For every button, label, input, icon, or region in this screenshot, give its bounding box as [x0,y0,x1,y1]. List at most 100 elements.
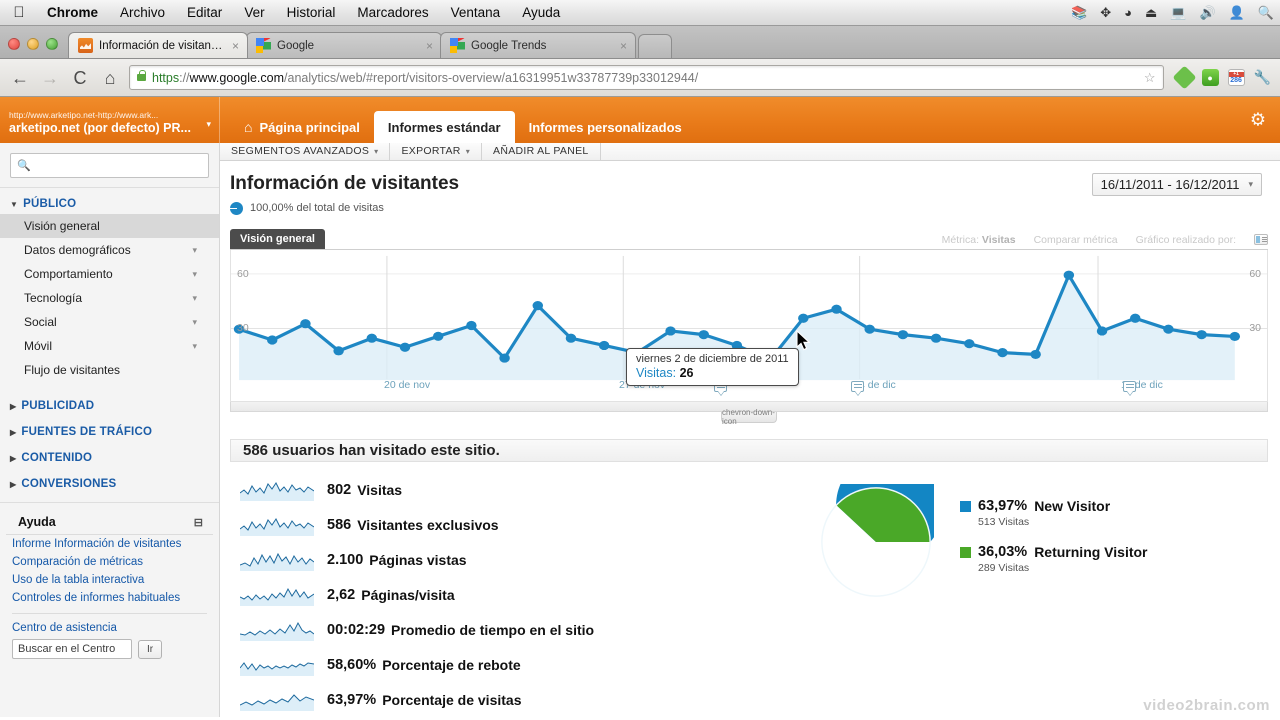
visitor-type-pie-chart[interactable] [818,484,934,600]
help-link-controles[interactable]: Controles de informes habituales [0,589,219,607]
legend-top: 36,03% Returning Visitor [960,544,1148,560]
exportar-button[interactable]: EXPORTAR ▾ [390,143,483,160]
date-range-picker[interactable]: 16/11/2011 - 16/12/2011 ▾ [1091,172,1262,196]
calendar-icon[interactable]: +1 286 [1227,69,1245,86]
sidebar-item-social[interactable]: Social ▾ [0,310,219,334]
sidebar-divider [0,502,219,503]
new-tab-button[interactable] [638,34,672,58]
spotlight-search-icon[interactable]: 🔍 [1258,6,1274,19]
x-axis-tick-4-dic: 4 de dic [859,378,896,391]
legend-name: New Visitor [1034,498,1111,514]
evernote-icon[interactable]: 📚 [1071,6,1087,19]
help-go-button[interactable]: Ir [138,639,162,659]
legend-row-new-visitor[interactable]: 63,97% New Visitor 513 Visitas [960,498,1148,528]
report-title-block: Información de visitantes 100,00% del to… [230,173,459,215]
help-center-label[interactable]: Centro de asistencia [0,620,219,639]
minimize-window-button[interactable] [27,38,39,50]
metric-row-promedio-tiempo[interactable]: 00:02:29 Promedio de tiempo en el sitio [230,612,790,647]
metric-row-visitantes-exclusivos[interactable]: 586 Visitantes exclusivos [230,507,790,542]
button-label: EXPORTAR [401,145,461,158]
address-bar[interactable]: https :// www.google.com /analytics/web/… [129,65,1164,90]
close-tab-icon[interactable]: × [426,40,433,52]
close-window-button[interactable] [8,38,20,50]
search-input[interactable]: 🔍 [10,153,209,178]
sidebar-group-contenido[interactable]: ▶ CONTENIDO [0,442,219,468]
legend-row-returning-visitor[interactable]: 36,03% Returning Visitor 289 Visitas [960,544,1148,574]
compare-metric-button[interactable]: Comparar métrica [1034,234,1118,246]
home-button[interactable]: ⌂ [99,69,121,87]
display-icon[interactable]: 💻 [1170,6,1186,19]
chevron-down-icon: ▾ [192,316,197,327]
sidebar-group-conversiones[interactable]: ▶ CONVERSIONES [0,468,219,494]
chart-expand-button[interactable]: chevron-down-icon [721,408,777,426]
help-search-input[interactable]: Buscar en el Centro [12,639,132,659]
metric-selector[interactable]: Métrica: Visitas [942,234,1016,246]
metric-row-porcentaje-visitas[interactable]: 63,97% Porcentaje de visitas [230,682,790,717]
sidebar-item-tecnologia[interactable]: Tecnología ▾ [0,286,219,310]
apple-logo-icon[interactable]:  [8,4,30,21]
back-button[interactable]: ← [9,69,31,87]
evernote-icon[interactable]: ● [1201,69,1219,86]
anadir-al-panel-button[interactable]: AÑADIR AL PANEL [482,143,601,160]
sidebar-item-datos-demograficos[interactable]: Datos demográficos ▾ [0,238,219,262]
metric-row-paginas-por-visita[interactable]: 2,62 Páginas/visita [230,577,790,612]
legend-subvalue: 289 Visitas [978,562,1030,574]
sidebar-item-flujo-de-visitantes[interactable]: Flujo de visitantes [0,358,219,382]
sidebar-item-comportamiento[interactable]: Comportamiento ▾ [0,262,219,286]
menu-historial[interactable]: Historial [276,5,347,20]
metric-row-porcentaje-rebote[interactable]: 58,60% Porcentaje de rebote [230,647,790,682]
volume-icon[interactable]: 🔊 [1199,6,1215,19]
graph-type-icon[interactable] [1254,234,1268,246]
gear-icon[interactable]: ⚙ [1250,110,1266,131]
tab-pagina-principal[interactable]: ⌂ Página principal [230,111,374,143]
tab-vision-general[interactable]: Visión general [230,228,325,249]
google-favicon-icon [256,38,271,53]
graph-by-label: Gráfico realizado por: [1135,233,1236,246]
tab-informes-personalizados[interactable]: Informes personalizados [515,111,696,143]
menu-chrome[interactable]: Chrome [36,5,109,20]
chevron-down-icon: ▼ [10,199,19,209]
sidebar-item-movil[interactable]: Móvil ▾ [0,334,219,358]
menu-ventana[interactable]: Ventana [440,5,512,20]
browser-tab-google-trends[interactable]: Google Trends × [440,32,636,58]
segmentos-avanzados-button[interactable]: SEGMENTOS AVANZADOS ▾ [220,143,391,160]
legend-swatch-icon [960,546,971,558]
menu-ayuda[interactable]: Ayuda [511,5,571,20]
close-tab-icon[interactable]: × [620,40,627,52]
wrench-menu-icon[interactable]: 🔧 [1254,69,1271,86]
user-icon[interactable]: 👤 [1229,6,1245,19]
sidebar-group-publico[interactable]: ▼ PÚBLICO [0,188,219,214]
visits-line-chart[interactable]: 60 30 60 30 20 de nov 27 de nov 4 de dic… [230,249,1268,402]
annotation-marker[interactable] [851,380,864,392]
help-link-informe[interactable]: Informe Información de visitantes [0,535,219,553]
metric-row-paginas-vistas[interactable]: 2.100 Páginas vistas [230,542,790,577]
menu-marcadores[interactable]: Marcadores [346,5,439,20]
sidebar-group-publicidad[interactable]: ▶ PUBLICIDAD [0,390,219,416]
maximize-window-button[interactable] [46,38,58,50]
chevron-down-icon: ▾ [192,340,197,351]
reload-button[interactable]: C [69,69,91,87]
bookmark-star-icon[interactable]: ☆ [1144,70,1156,86]
sidebar-group-fuentes-de-trafico[interactable]: ▶ FUENTES DE TRÁFICO [0,416,219,442]
menu-ver[interactable]: Ver [233,5,275,20]
forward-button[interactable]: → [39,69,61,87]
eject-icon[interactable]: ⏏ [1145,6,1157,19]
feedly-icon[interactable] [1172,65,1197,90]
chevron-down-icon[interactable]: ▾ [206,119,211,130]
menu-editar[interactable]: Editar [176,5,233,20]
browser-tab-analytics[interactable]: Información de visitantes – C × [68,32,248,58]
minimize-icon[interactable]: ⊟ [194,516,203,529]
close-tab-icon[interactable]: × [232,40,239,52]
tab-informes-estandar[interactable]: Informes estándar [373,111,515,143]
bluetooth-icon[interactable]: ✥ [1100,6,1111,19]
account-selector[interactable]: http://www.arketipo.net-http://www.ark..… [0,97,220,143]
report-toolbar: SEGMENTOS AVANZADOS ▾ EXPORTAR ▾ AÑADIR … [220,143,1280,161]
wifi-icon[interactable]: ◕ [1124,6,1132,19]
annotation-marker[interactable] [1123,380,1136,392]
menu-archivo[interactable]: Archivo [109,5,176,20]
sidebar-item-vision-general[interactable]: Visión general [0,214,219,238]
browser-tab-google[interactable]: Google × [246,32,442,58]
metric-row-visitas[interactable]: 802 Visitas [230,472,790,507]
help-link-tabla[interactable]: Uso de la tabla interactiva [0,571,219,589]
help-link-comparacion[interactable]: Comparación de métricas [0,553,219,571]
